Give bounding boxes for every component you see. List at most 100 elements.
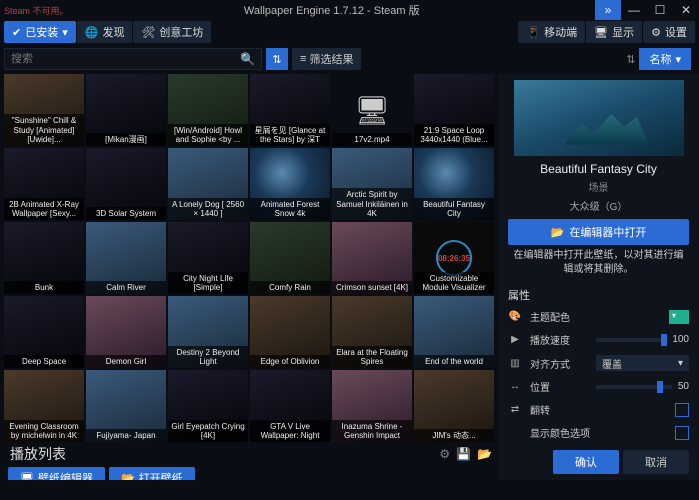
minimize-button[interactable]: ― xyxy=(621,0,647,20)
folder-open-icon: 📂 xyxy=(551,226,565,239)
thumb-caption: Customizable Module Visualizer xyxy=(414,272,494,294)
tab-workshop-label: 创意工坊 xyxy=(159,24,203,40)
open-in-editor-label: 在编辑器中打开 xyxy=(569,224,646,240)
maximize-button[interactable]: ☐ xyxy=(647,0,673,20)
search-box[interactable]: 🔍 xyxy=(4,48,262,70)
filter-results-label: 筛选结果 xyxy=(309,51,353,67)
btn-display-label: 显示 xyxy=(612,24,634,40)
wallpaper-thumb[interactable]: 2B Animated X-Ray Wallpaper [Sexy... xyxy=(4,148,84,220)
btn-settings[interactable]: ⚙设置 xyxy=(643,21,695,43)
check-icon: ✔ xyxy=(12,26,21,39)
wallpaper-thumb[interactable]: Crimson sunset [4K] xyxy=(332,222,412,294)
wallpaper-thumb[interactable]: Deep Space xyxy=(4,296,84,368)
globe-icon: 🌐 xyxy=(85,26,99,39)
thumb-caption: Demon Girl xyxy=(86,355,166,368)
mobile-icon: 📱 xyxy=(526,26,540,39)
thumb-caption: JIM's 动态... xyxy=(414,429,494,442)
align-select[interactable]: 覆盖▾ xyxy=(596,355,689,371)
playlist-save-icon[interactable]: 💾 xyxy=(456,447,471,461)
wallpaper-thumb[interactable]: City Night Life [Simple] xyxy=(168,222,248,294)
btn-display[interactable]: 🖥 显示 xyxy=(586,21,642,43)
wallpaper-thumb[interactable]: GTA V Live Wallpaper: Night xyxy=(250,370,330,442)
chevron-down-icon: ▾ xyxy=(675,53,681,66)
thumb-caption: GTA V Live Wallpaper: Night xyxy=(250,420,330,442)
thumb-caption: Beautiful Fantasy City xyxy=(414,198,494,220)
wallpaper-thumb[interactable]: Destiny 2 Beyond Light xyxy=(168,296,248,368)
prop-align-label: 对齐方式 xyxy=(530,356,588,371)
steam-status: Steam 不可用。 xyxy=(0,4,69,17)
thumb-caption: Edge of Oblivion xyxy=(250,355,330,368)
filter-button[interactable]: ⇅ xyxy=(266,48,288,70)
thumb-caption: "Sunshine" Chill & Study [Animated][Uwid… xyxy=(4,114,84,146)
wallpaper-thumb[interactable]: 08:26:35Customizable Module Visualizer xyxy=(414,222,494,294)
filter-results-tag[interactable]: ≡ 筛选结果 xyxy=(292,48,361,70)
wallpaper-thumb[interactable]: Fujiyama- Japan xyxy=(86,370,166,442)
wallpaper-thumb[interactable]: Animated Forest Snow 4k xyxy=(250,148,330,220)
wallpaper-thumb[interactable]: [Win/Android] Howl and Sophie <by ... xyxy=(168,74,248,146)
wallpaper-thumb[interactable]: Evening Classroom by michelwin in 4K xyxy=(4,370,84,442)
sort-select[interactable]: 名称▾ xyxy=(639,48,691,70)
wallpaper-thumb[interactable]: Beautiful Fantasy City xyxy=(414,148,494,220)
wallpaper-thumb[interactable]: Arctic Spirit by Samuel Inkiläinen in 4K xyxy=(332,148,412,220)
search-icon: 🔍 xyxy=(240,52,255,66)
playlist-config-icon[interactable]: ⚙ xyxy=(439,447,450,461)
folder-icon: 📂 xyxy=(121,472,135,481)
wallpaper-thumb[interactable]: A Lonely Dog [ 2560 × 1440 ] xyxy=(168,148,248,220)
open-in-editor-desc: 在编辑器中打开此壁纸，以对其进行编辑或将其删除。 xyxy=(498,249,699,285)
wallpaper-thumb[interactable]: 3D Solar System xyxy=(86,148,166,220)
cancel-button[interactable]: 取消 xyxy=(623,450,689,474)
color-swatch[interactable] xyxy=(669,310,689,324)
btn-mobile-label: 移动端 xyxy=(544,24,577,40)
open-wallpaper-button[interactable]: 📂 打开壁纸 xyxy=(109,467,195,480)
wallpaper-thumb[interactable]: End of the world xyxy=(414,296,494,368)
thumb-caption: Destiny 2 Beyond Light xyxy=(168,346,248,368)
speed-slider[interactable] xyxy=(596,338,666,342)
wallpaper-editor-label: 壁纸编辑器 xyxy=(38,470,93,480)
wallpaper-thumb[interactable]: Edge of Oblivion xyxy=(250,296,330,368)
thumb-caption: 21:9 Space Loop 3440x1440 (Blue... xyxy=(414,124,494,146)
search-input[interactable] xyxy=(11,53,240,65)
align-icon: ▥ xyxy=(508,358,522,369)
collapse-button[interactable]: » xyxy=(595,0,621,20)
playlist-load-icon[interactable]: 📂 xyxy=(477,447,492,461)
btn-mobile[interactable]: 📱 移动端 xyxy=(518,21,585,43)
thumb-caption: Crimson sunset [4K] xyxy=(332,281,412,294)
wallpaper-thumb[interactable]: 🖥17v2.mp4 xyxy=(332,74,412,146)
tab-discover[interactable]: 🌐发现 xyxy=(77,21,133,43)
wallpaper-thumb[interactable]: 21:9 Space Loop 3440x1440 (Blue... xyxy=(414,74,494,146)
pos-slider[interactable] xyxy=(596,385,672,389)
showcolor-checkbox[interactable] xyxy=(675,426,689,440)
wallpaper-editor-button[interactable]: 🖥壁纸编辑器 xyxy=(8,467,105,480)
wallpaper-thumb[interactable]: 星屑を见 [Glance at the Stars] by 深T xyxy=(250,74,330,146)
tab-workshop[interactable]: 🛠创意工坊 xyxy=(133,21,211,43)
wallpaper-thumb[interactable]: Elara at the Floating Spires xyxy=(332,296,412,368)
tab-installed[interactable]: ✔已安装▾ xyxy=(4,21,76,43)
play-icon: ▶ xyxy=(508,334,522,345)
align-value: 覆盖 xyxy=(602,356,622,371)
wallpaper-thumb[interactable]: Calm River xyxy=(86,222,166,294)
preview-image xyxy=(514,80,684,156)
wallpaper-thumb[interactable]: Demon Girl xyxy=(86,296,166,368)
thumb-caption: Girl Eyepatch Crying [4K] xyxy=(168,420,248,442)
thumb-caption: Arctic Spirit by Samuel Inkiläinen in 4K xyxy=(332,188,412,220)
wallpaper-thumb[interactable]: Girl Eyepatch Crying [4K] xyxy=(168,370,248,442)
thumb-caption: 3D Solar System xyxy=(86,207,166,220)
tab-discover-label: 发现 xyxy=(102,24,124,40)
preview-type: 场景 xyxy=(498,178,699,198)
wallpaper-thumb[interactable]: Bunk xyxy=(4,222,84,294)
flip-checkbox[interactable] xyxy=(675,403,689,417)
close-button[interactable]: ✕ xyxy=(673,0,699,20)
wallpaper-thumb[interactable]: [Mikan漫画] xyxy=(86,74,166,146)
wallpaper-thumb[interactable]: Comfy Rain xyxy=(250,222,330,294)
preview-rating: 大众级（G） xyxy=(498,198,699,219)
wallpaper-thumb[interactable]: Inazuma Shrine - Genshin Impact xyxy=(332,370,412,442)
open-in-editor-button[interactable]: 📂 在编辑器中打开 xyxy=(508,219,689,245)
monitor-icon: 🖥 xyxy=(594,26,608,39)
thumb-caption: Animated Forest Snow 4k xyxy=(250,198,330,220)
wallpaper-thumb[interactable]: "Sunshine" Chill & Study [Animated][Uwid… xyxy=(4,74,84,146)
palette-icon: 🎨 xyxy=(508,311,522,322)
open-wallpaper-label: 打开壁纸 xyxy=(139,470,183,480)
wallpaper-thumb[interactable]: JIM's 动态... xyxy=(414,370,494,442)
ok-button[interactable]: 确认 xyxy=(553,450,619,474)
gear-icon: ⚙ xyxy=(651,26,661,39)
